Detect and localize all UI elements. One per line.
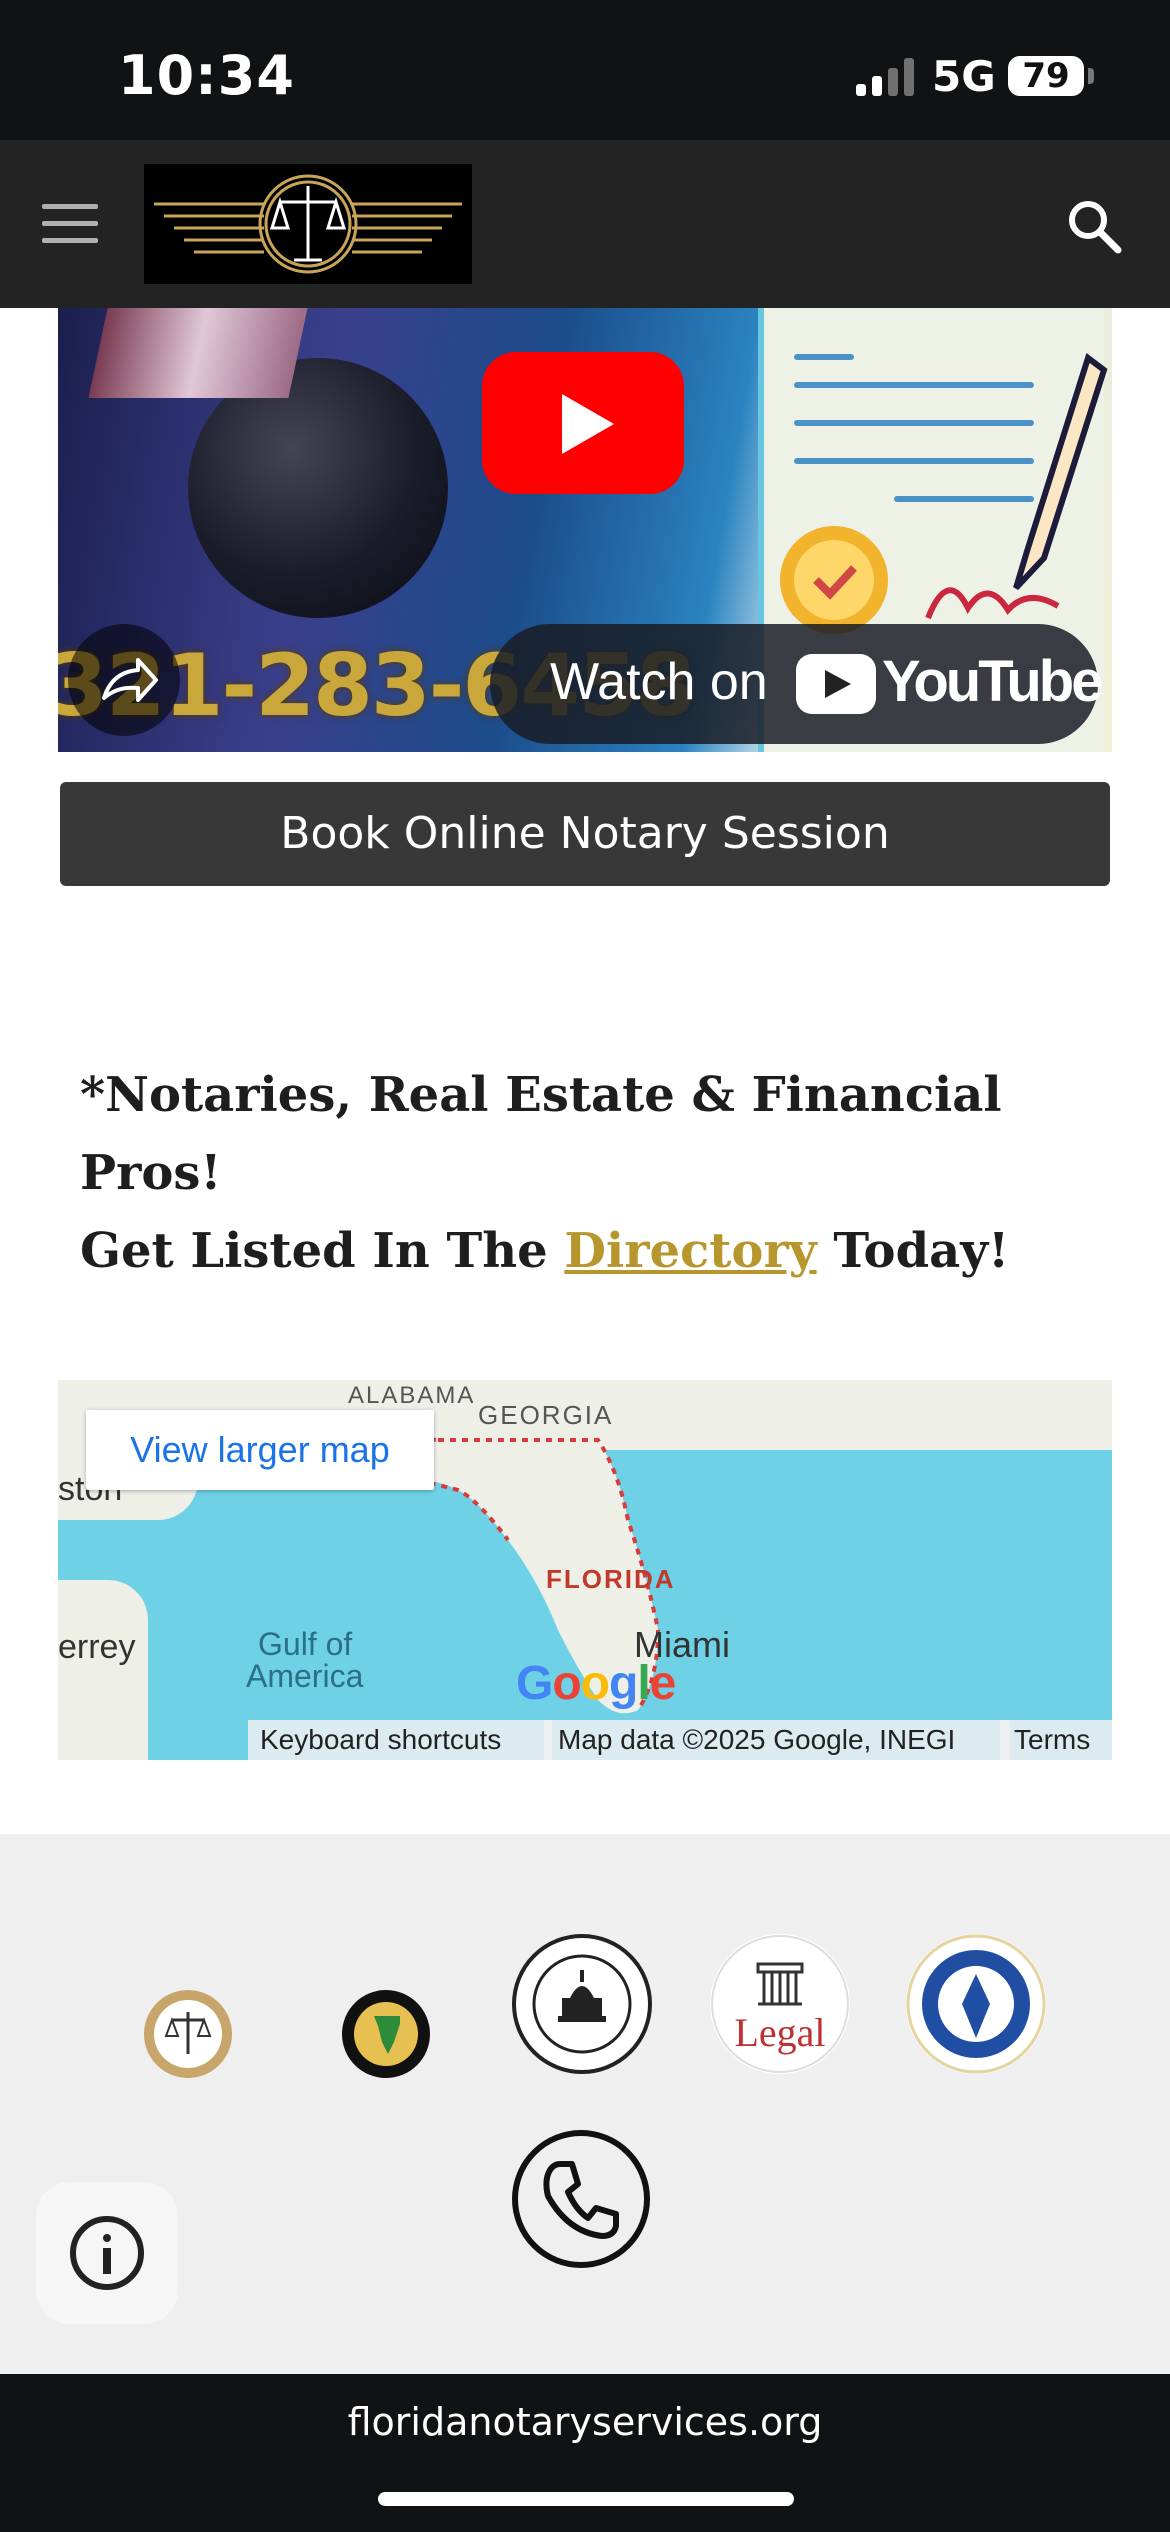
battery-tip [1088,68,1094,84]
watch-on-label: Watch on [550,653,768,711]
keyboard-shortcuts-link[interactable]: Keyboard shortcuts [248,1720,552,1760]
search-icon[interactable] [1064,196,1124,256]
map-terms-link[interactable]: Terms [1000,1720,1112,1760]
share-icon[interactable] [68,624,180,736]
home-indicator[interactable] [378,2492,794,2506]
site-logo[interactable] [144,164,472,284]
noble-notary-badge[interactable] [906,1934,1046,2074]
watch-on-youtube-button[interactable]: Watch on YouTube [490,624,1103,744]
map-label-georgia: GEORGIA [478,1400,614,1430]
directory-promo-headline: *Notaries, Real Estate & Financial Pros!… [80,1056,1120,1290]
status-bar: 10:34 5G 79 [0,0,1170,140]
legal-badge-text: Legal [734,2010,825,2055]
network-type: 5G [932,52,996,101]
notary-public-state-of-florida-badge[interactable] [512,1934,652,2074]
map-label-monterrey: errey [58,1628,136,1666]
headline-line-1: *Notaries, Real Estate & Financial Pros! [80,1067,1002,1201]
hamburger-icon[interactable] [42,204,98,244]
youtube-brand-text: YouTube [882,649,1103,714]
phone-icon [543,2161,619,2239]
book-online-notary-button[interactable]: Book Online Notary Session [60,782,1110,886]
view-larger-map-link[interactable]: View larger map [86,1410,434,1490]
legal-papers-badge[interactable]: Legal [710,1934,850,2074]
youtube-logo-icon [796,654,876,714]
browser-url-bar[interactable]: floridanotaryservices.org [0,2374,1170,2532]
site-header [0,140,1170,308]
footer-area: Legal [0,1834,1170,2374]
youtube-play-button[interactable] [482,352,684,494]
map-label-florida: FLORIDA [546,1564,676,1594]
map-data-attribution: Map data ©2025 Google, INEGI [544,1720,1010,1760]
pen-icon [925,353,1108,620]
phone-call-button[interactable] [512,2130,650,2268]
status-time: 10:34 [118,44,295,107]
florida-seal-badge[interactable] [316,1964,456,2104]
directory-link[interactable]: Directory [564,1223,816,1279]
google-logo: Google [516,1657,676,1710]
google-map-embed[interactable]: ALABAMA GEORGIA FLORIDA Miami Gulf of Am… [58,1380,1112,1760]
info-button[interactable] [36,2182,178,2324]
checkmark-icon [780,526,888,634]
battery-icon: 79 [1008,56,1084,96]
map-label-america: America [246,1658,364,1694]
map-label-alabama: ALABAMA [348,1382,476,1409]
gavel-handle-image [88,308,308,398]
signal-icon [856,58,914,96]
url-text: floridanotaryservices.org [347,2400,823,2444]
youtube-video-embed[interactable]: 321-283-6458 Watch on YouTube [58,308,1112,752]
headline-line-2: Get Listed In The Directory Today! [80,1223,1010,1279]
notary-seal-badge[interactable] [118,1964,258,2104]
info-icon [70,2216,144,2290]
